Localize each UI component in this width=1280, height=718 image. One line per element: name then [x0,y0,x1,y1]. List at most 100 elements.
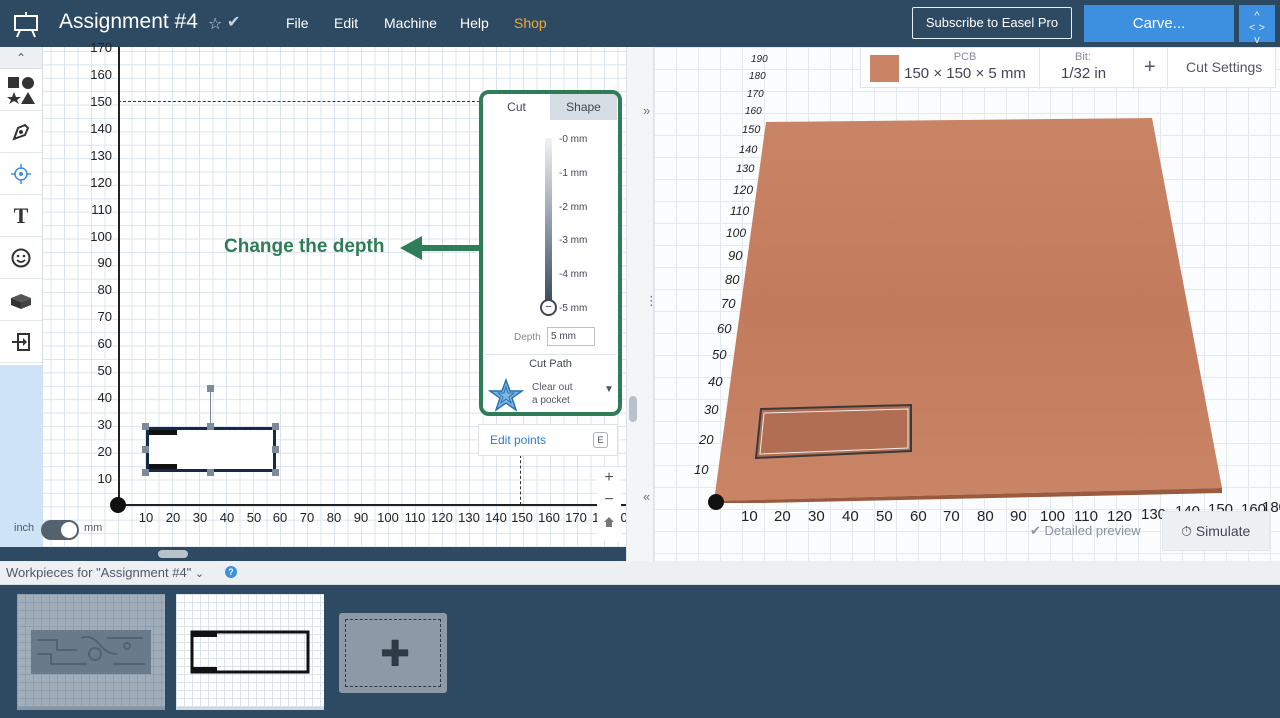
project-title[interactable]: Assignment #4 [59,10,198,34]
tab-cut[interactable]: Cut [483,94,550,120]
x-tick-label: 10 [138,510,154,525]
menu-shop[interactable]: Shop [514,15,547,31]
collapse-right-icon[interactable]: » [643,103,650,118]
workpiece-thumbnail-current[interactable] [176,594,324,710]
resize-handle[interactable] [272,423,279,430]
material-dimensions[interactable]: 150 × 150 × 5 mm [901,65,1029,82]
bit-label: Bit: [1075,51,1091,63]
depth-mark: -2 mm [559,202,588,213]
selected-shape[interactable] [146,427,276,472]
workpiece-thumbnail-pcb[interactable] [17,594,165,710]
help-icon[interactable]: ? [225,566,237,578]
point-tool[interactable] [0,153,42,195]
tool-sidebar: ⌃ T [0,47,43,365]
detailed-preview-label: Detailed preview [1044,523,1141,538]
material-name[interactable]: PCB [901,51,1029,63]
carve-button[interactable]: Carve... [1084,5,1234,42]
material-boundary-horizontal [118,101,480,102]
resize-handle[interactable] [142,446,149,453]
pen-icon [12,123,30,141]
text-tool[interactable]: T [0,195,42,237]
zoom-out-button[interactable]: − [597,489,621,511]
depth-input[interactable]: 5 mm [547,327,595,346]
menu-machine[interactable]: Machine [384,15,437,31]
chevron-down-icon[interactable]: ▼ [604,384,614,395]
resize-handle[interactable] [207,469,214,476]
apps-tool[interactable] [0,279,42,321]
edit-points-button[interactable]: Edit points E [478,424,618,456]
preview-x-tick: 30 [808,508,825,525]
preview-x-tick: 50 [876,508,893,525]
resize-handle[interactable] [207,423,214,430]
origin-marker [110,497,126,513]
expand-view-button[interactable]: ^ < > v [1239,5,1275,46]
y-tick-label: 160 [90,67,112,82]
rotate-handle[interactable] [207,385,214,392]
rotation-line [210,392,211,426]
preview-y-tick: 110 [730,204,750,218]
blocks-icon [11,293,31,309]
divider [1133,48,1134,89]
star-icon[interactable]: ☆ [208,14,222,34]
icons-tool[interactable] [0,237,42,279]
y-tick-label: 30 [97,417,112,432]
divider [485,354,615,355]
menu-file[interactable]: File [286,15,309,31]
cut-settings-button[interactable]: Cut Settings [1186,59,1262,75]
easel-logo-icon[interactable] [12,10,40,38]
preview-y-tick: 140 [739,144,758,156]
y-tick-label: 150 [90,94,112,109]
cut-path-selector[interactable]: Clear out a pocket [532,381,592,407]
subscribe-button[interactable]: Subscribe to Easel Pro [912,7,1072,39]
clock-icon: ⏱ [1181,523,1192,539]
vertical-scrollbar[interactable] [629,396,637,422]
zoom-in-button[interactable]: + [597,467,621,489]
collapse-left-icon[interactable]: « [643,489,650,504]
chevron-up-icon[interactable]: ⌃ [0,47,42,69]
menu-edit[interactable]: Edit [334,15,358,31]
simulate-button[interactable]: ⏱ Simulate [1162,511,1270,551]
resize-handle[interactable] [272,469,279,476]
shapes-tool[interactable] [0,69,42,111]
y-tick-label: 170 [90,40,112,55]
simulate-label: Simulate [1195,523,1251,539]
home-view-button[interactable] [597,511,621,533]
workpieces-title-text: Workpieces for "Assignment #4" [6,565,192,580]
divider [1167,48,1168,89]
add-workpiece-button[interactable]: ✚ [339,613,447,693]
unit-toggle[interactable] [41,520,79,540]
unit-inch-label: inch [14,522,35,534]
preview-x-tick: 20 [774,508,791,525]
depth-slider-track[interactable] [545,138,552,304]
resize-handle[interactable] [142,423,149,430]
expand-icon-down: v [1254,34,1260,46]
workpieces-title[interactable]: Workpieces for "Assignment #4" ⌄ [6,565,204,580]
y-tick-label: 80 [97,282,112,297]
menu-help[interactable]: Help [460,15,489,31]
preview-y-tick: 20 [699,432,714,447]
depth-slider-knob[interactable]: − [540,299,557,316]
pocket-star-icon[interactable] [488,378,524,412]
resize-handle[interactable] [272,446,279,453]
import-tool[interactable] [0,321,42,363]
horizontal-scrollbar[interactable] [158,550,188,558]
detailed-preview-toggle[interactable]: ✔ Detailed preview [1030,523,1141,539]
preview-y-tick: 30 [704,402,719,417]
y-tick-label: 40 [97,390,112,405]
pen-tool[interactable] [0,111,42,153]
preview-y-tick: 150 [742,124,761,136]
material-swatch[interactable] [870,55,899,82]
check-icon: ✔ [1030,523,1041,538]
cut-panel: Cut Shape − -0 mm -1 mm -2 mm -3 mm -4 m… [479,90,622,416]
x-tick-label: 30 [192,510,208,525]
preview-y-tick: 80 [725,272,740,287]
add-bit-button[interactable]: + [1144,56,1156,79]
depth-mark: -3 mm [559,235,588,246]
tab-shape[interactable]: Shape [550,94,617,120]
y-tick-label: 90 [97,255,112,270]
depth-mark: -0 mm [559,134,588,145]
depth-mark: -5 mm [559,303,588,314]
bit-selector[interactable]: 1/32 in [1061,65,1106,82]
chevron-double-down-icon: ⌄ [194,568,205,580]
resize-handle[interactable] [142,469,149,476]
